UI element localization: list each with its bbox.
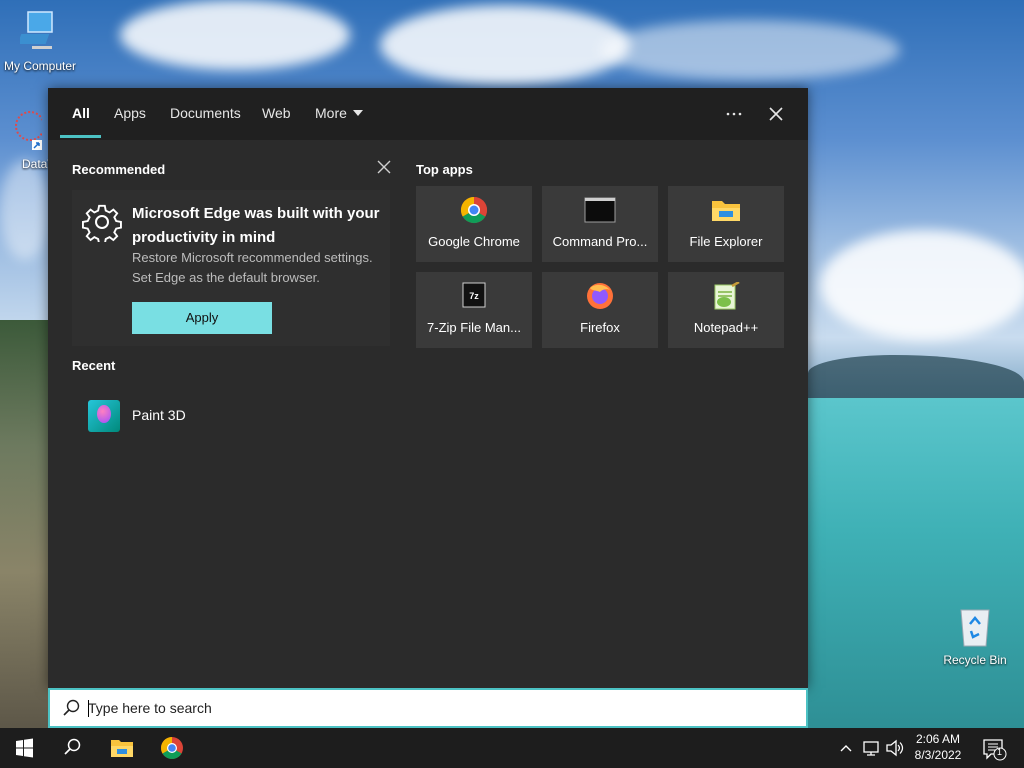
- top-app-7zip[interactable]: 7z 7-Zip File Man...: [416, 272, 532, 348]
- taskbar-file-explorer[interactable]: [98, 728, 146, 768]
- top-app-google-chrome[interactable]: Google Chrome: [416, 186, 532, 262]
- recent-title: Recent: [72, 358, 116, 373]
- file-explorer-icon: [111, 740, 133, 757]
- tab-more[interactable]: More: [315, 105, 363, 121]
- recommendation-heading: Microsoft Edge was built with your produ…: [132, 205, 380, 246]
- desktop-icon-label: My Computer: [3, 59, 77, 73]
- taskbar-clock[interactable]: 2:06 AM 8/3/2022: [905, 731, 971, 763]
- search-icon: [63, 699, 80, 716]
- network-icon: [863, 741, 879, 756]
- top-app-label: Notepad++: [693, 320, 759, 335]
- close-icon: [377, 160, 391, 174]
- text-caret: [88, 700, 89, 717]
- desktop-icon-my-computer[interactable]: My Computer: [0, 10, 80, 73]
- volume-icon: [886, 739, 904, 757]
- recycle-bin-icon: [960, 609, 990, 647]
- svg-text:7z: 7z: [469, 291, 479, 301]
- command-prompt-icon: [584, 197, 616, 223]
- recent-item-label: Paint 3D: [132, 407, 186, 423]
- chevron-up-icon: [840, 745, 852, 752]
- top-app-notepadpp[interactable]: Notepad++: [668, 272, 784, 348]
- top-app-label: Google Chrome: [428, 234, 520, 249]
- flyout-header: All Apps Documents Web More: [48, 88, 808, 140]
- desktop-icon-recycle-bin[interactable]: Recycle Bin: [935, 604, 1015, 667]
- apply-button[interactable]: Apply: [132, 302, 272, 334]
- recommended-title: Recommended: [72, 162, 166, 177]
- file-explorer-icon: [712, 201, 740, 221]
- search-box: [48, 688, 808, 728]
- search-input[interactable]: [88, 696, 788, 720]
- tab-apps[interactable]: Apps: [114, 105, 146, 121]
- top-apps-title: Top apps: [416, 162, 473, 177]
- dismiss-recommendation-button[interactable]: [372, 160, 396, 180]
- chrome-icon: [460, 196, 488, 224]
- firefox-icon: [587, 283, 613, 309]
- gear-icon: [82, 204, 122, 242]
- tab-web[interactable]: Web: [262, 105, 291, 121]
- search-icon: [64, 738, 81, 755]
- search-flyout: All Apps Documents Web More Recommended …: [48, 88, 808, 688]
- tab-all[interactable]: All: [72, 105, 90, 121]
- 7zip-icon: 7z: [462, 282, 486, 308]
- top-app-label: File Explorer: [689, 234, 763, 249]
- computer-icon: [17, 11, 53, 49]
- recommendation-description: Restore Microsoft recommended settings. …: [132, 250, 373, 285]
- chevron-down-icon: [352, 110, 363, 116]
- notepadpp-icon: [714, 282, 740, 310]
- tray-chevron[interactable]: [836, 728, 856, 768]
- start-icon: [16, 738, 33, 758]
- taskbar: 2:06 AM 8/3/2022 1: [0, 728, 1024, 768]
- top-app-label: Command Pro...: [552, 234, 648, 249]
- datawag-icon: [15, 111, 45, 150]
- start-button[interactable]: [0, 728, 48, 768]
- recommendation-card: Microsoft Edge was built with your produ…: [72, 190, 390, 346]
- taskbar-chrome[interactable]: [148, 728, 196, 768]
- desktop-icon-label: Recycle Bin: [943, 653, 1007, 667]
- options-button[interactable]: [720, 100, 748, 128]
- top-app-command-prompt[interactable]: Command Pro...: [542, 186, 658, 262]
- top-app-label: 7-Zip File Man...: [427, 320, 521, 335]
- clock-time: 2:06 AM: [915, 732, 961, 746]
- clock-date: 8/3/2022: [914, 748, 962, 762]
- taskbar-search-button[interactable]: [48, 728, 96, 768]
- chrome-icon: [161, 737, 183, 759]
- active-tab-indicator: [60, 135, 101, 138]
- tab-documents[interactable]: Documents: [170, 105, 241, 121]
- top-app-firefox[interactable]: Firefox: [542, 272, 658, 348]
- close-icon: [769, 107, 783, 121]
- recent-item-paint-3d[interactable]: Paint 3D: [72, 392, 390, 438]
- tab-more-label: More: [315, 105, 347, 121]
- notification-count: 1: [997, 747, 1003, 757]
- top-app-file-explorer[interactable]: File Explorer: [668, 186, 784, 262]
- paint3d-icon: [88, 400, 120, 432]
- top-app-label: Firefox: [580, 320, 620, 335]
- notification-icon: [983, 739, 1007, 761]
- tray-volume[interactable]: [884, 728, 906, 768]
- action-center-button[interactable]: 1: [980, 728, 1010, 768]
- tray-network[interactable]: [860, 728, 882, 768]
- close-flyout-button[interactable]: [762, 100, 790, 128]
- ellipsis-icon: [726, 112, 742, 116]
